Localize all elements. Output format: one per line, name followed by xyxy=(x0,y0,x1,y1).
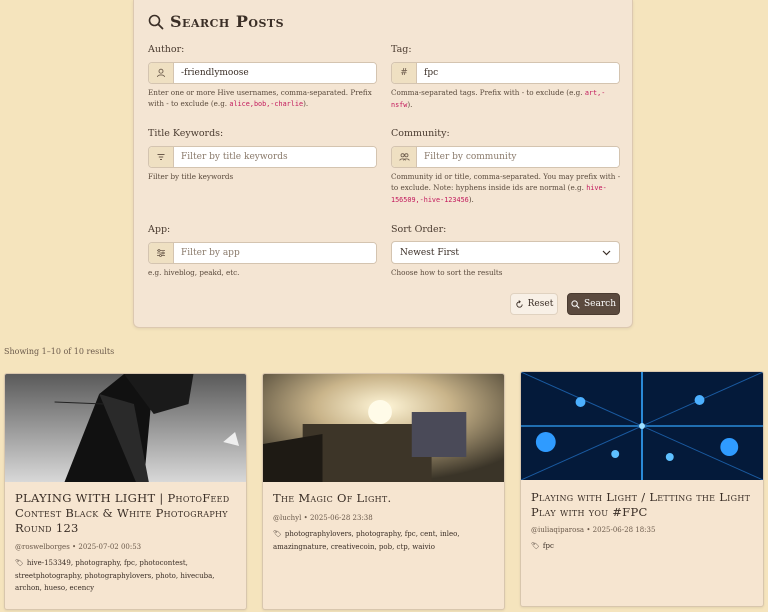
app-field[interactable] xyxy=(148,242,377,264)
post-card[interactable]: The Magic Of Light. @luchyl • 2025-06-28… xyxy=(262,373,505,610)
title-keywords-label: Title Keywords: xyxy=(148,128,224,139)
tag-help: Comma-separated tags. Prefix with - to e… xyxy=(391,88,606,109)
search-panel-title: Search Posts xyxy=(148,12,284,31)
post-title[interactable]: Playing with Light / Letting the Light P… xyxy=(531,490,755,520)
post-meta: @roswelborges • 2025-07-02 00:53 xyxy=(15,543,142,551)
app-help: e.g. hiveblog, peakd, etc. xyxy=(148,268,240,277)
tag-input[interactable] xyxy=(417,63,619,83)
sort-help: Choose how to sort the results xyxy=(391,268,503,277)
reset-button-label: Reset xyxy=(527,299,554,309)
user-icon xyxy=(149,63,174,83)
search-panel-title-text: Search Posts xyxy=(170,12,285,31)
app-label: App: xyxy=(148,224,171,235)
post-tags: 🏷 hive-153349, photography, fpc, photocon… xyxy=(15,557,236,595)
sort-selected-value: Newest First xyxy=(400,247,459,258)
community-field[interactable] xyxy=(391,146,620,168)
community-input[interactable] xyxy=(417,147,619,167)
author-input[interactable] xyxy=(174,63,376,83)
author-field[interactable] xyxy=(148,62,377,84)
results-count: Showing 1–10 of 10 results xyxy=(4,347,115,356)
search-button[interactable]: Search xyxy=(567,293,620,315)
chevron-down-icon xyxy=(602,250,611,255)
post-title[interactable]: The Magic Of Light. xyxy=(273,491,496,506)
author-help: Enter one or more Hive usernames, comma-… xyxy=(148,88,372,108)
post-tags: 🏷 fpc xyxy=(531,540,753,553)
search-panel: Search Posts Author: Enter one or more H… xyxy=(133,0,633,328)
post-meta: @iuliaqiparosa • 2025-06-28 18:35 xyxy=(531,526,656,534)
search-button-label: Search xyxy=(584,299,616,309)
post-tags-text: hive-153349, photography, fpc, photocont… xyxy=(15,559,215,592)
tag-icon: 🏷 xyxy=(15,559,24,567)
post-thumbnail[interactable] xyxy=(5,374,246,482)
hash-icon: # xyxy=(392,63,417,83)
search-button-icon xyxy=(571,299,580,309)
post-tags-text: fpc xyxy=(542,542,554,550)
post-thumbnail[interactable] xyxy=(521,372,763,480)
reset-button[interactable]: Reset xyxy=(510,293,558,315)
post-title[interactable]: PLAYING WITH LIGHT | PhotoFeed Contest B… xyxy=(15,491,238,536)
title-keywords-input[interactable] xyxy=(174,147,376,167)
tag-label: Tag: xyxy=(391,44,412,55)
sort-select[interactable]: Newest First xyxy=(391,241,620,264)
reset-icon xyxy=(516,299,523,308)
post-tags: 🏷 photographylovers, photography, fpc, ce… xyxy=(273,528,494,553)
post-card[interactable]: Playing with Light / Letting the Light P… xyxy=(520,371,764,607)
tag-icon: 🏷 xyxy=(531,542,540,550)
community-label: Community: xyxy=(391,128,450,139)
title-keywords-field[interactable] xyxy=(148,146,377,168)
users-icon xyxy=(392,147,417,167)
tag-icon: 🏷 xyxy=(273,530,282,538)
app-input[interactable] xyxy=(174,243,376,263)
community-help: Community id or title, comma-separated. … xyxy=(391,172,621,204)
sliders-icon xyxy=(149,243,174,263)
post-tags-text: photographylovers, photography, fpc, cen… xyxy=(273,530,460,551)
search-icon xyxy=(148,14,164,29)
post-thumbnail[interactable] xyxy=(263,374,504,482)
post-meta: @luchyl • 2025-06-28 23:38 xyxy=(273,514,373,522)
title-keywords-help: Filter by title keywords xyxy=(148,172,234,181)
sort-label: Sort Order: xyxy=(391,224,447,235)
author-label: Author: xyxy=(148,44,185,55)
post-card[interactable]: PLAYING WITH LIGHT | PhotoFeed Contest B… xyxy=(4,373,247,610)
tag-field[interactable]: # xyxy=(391,62,620,84)
filter-icon xyxy=(149,147,174,167)
